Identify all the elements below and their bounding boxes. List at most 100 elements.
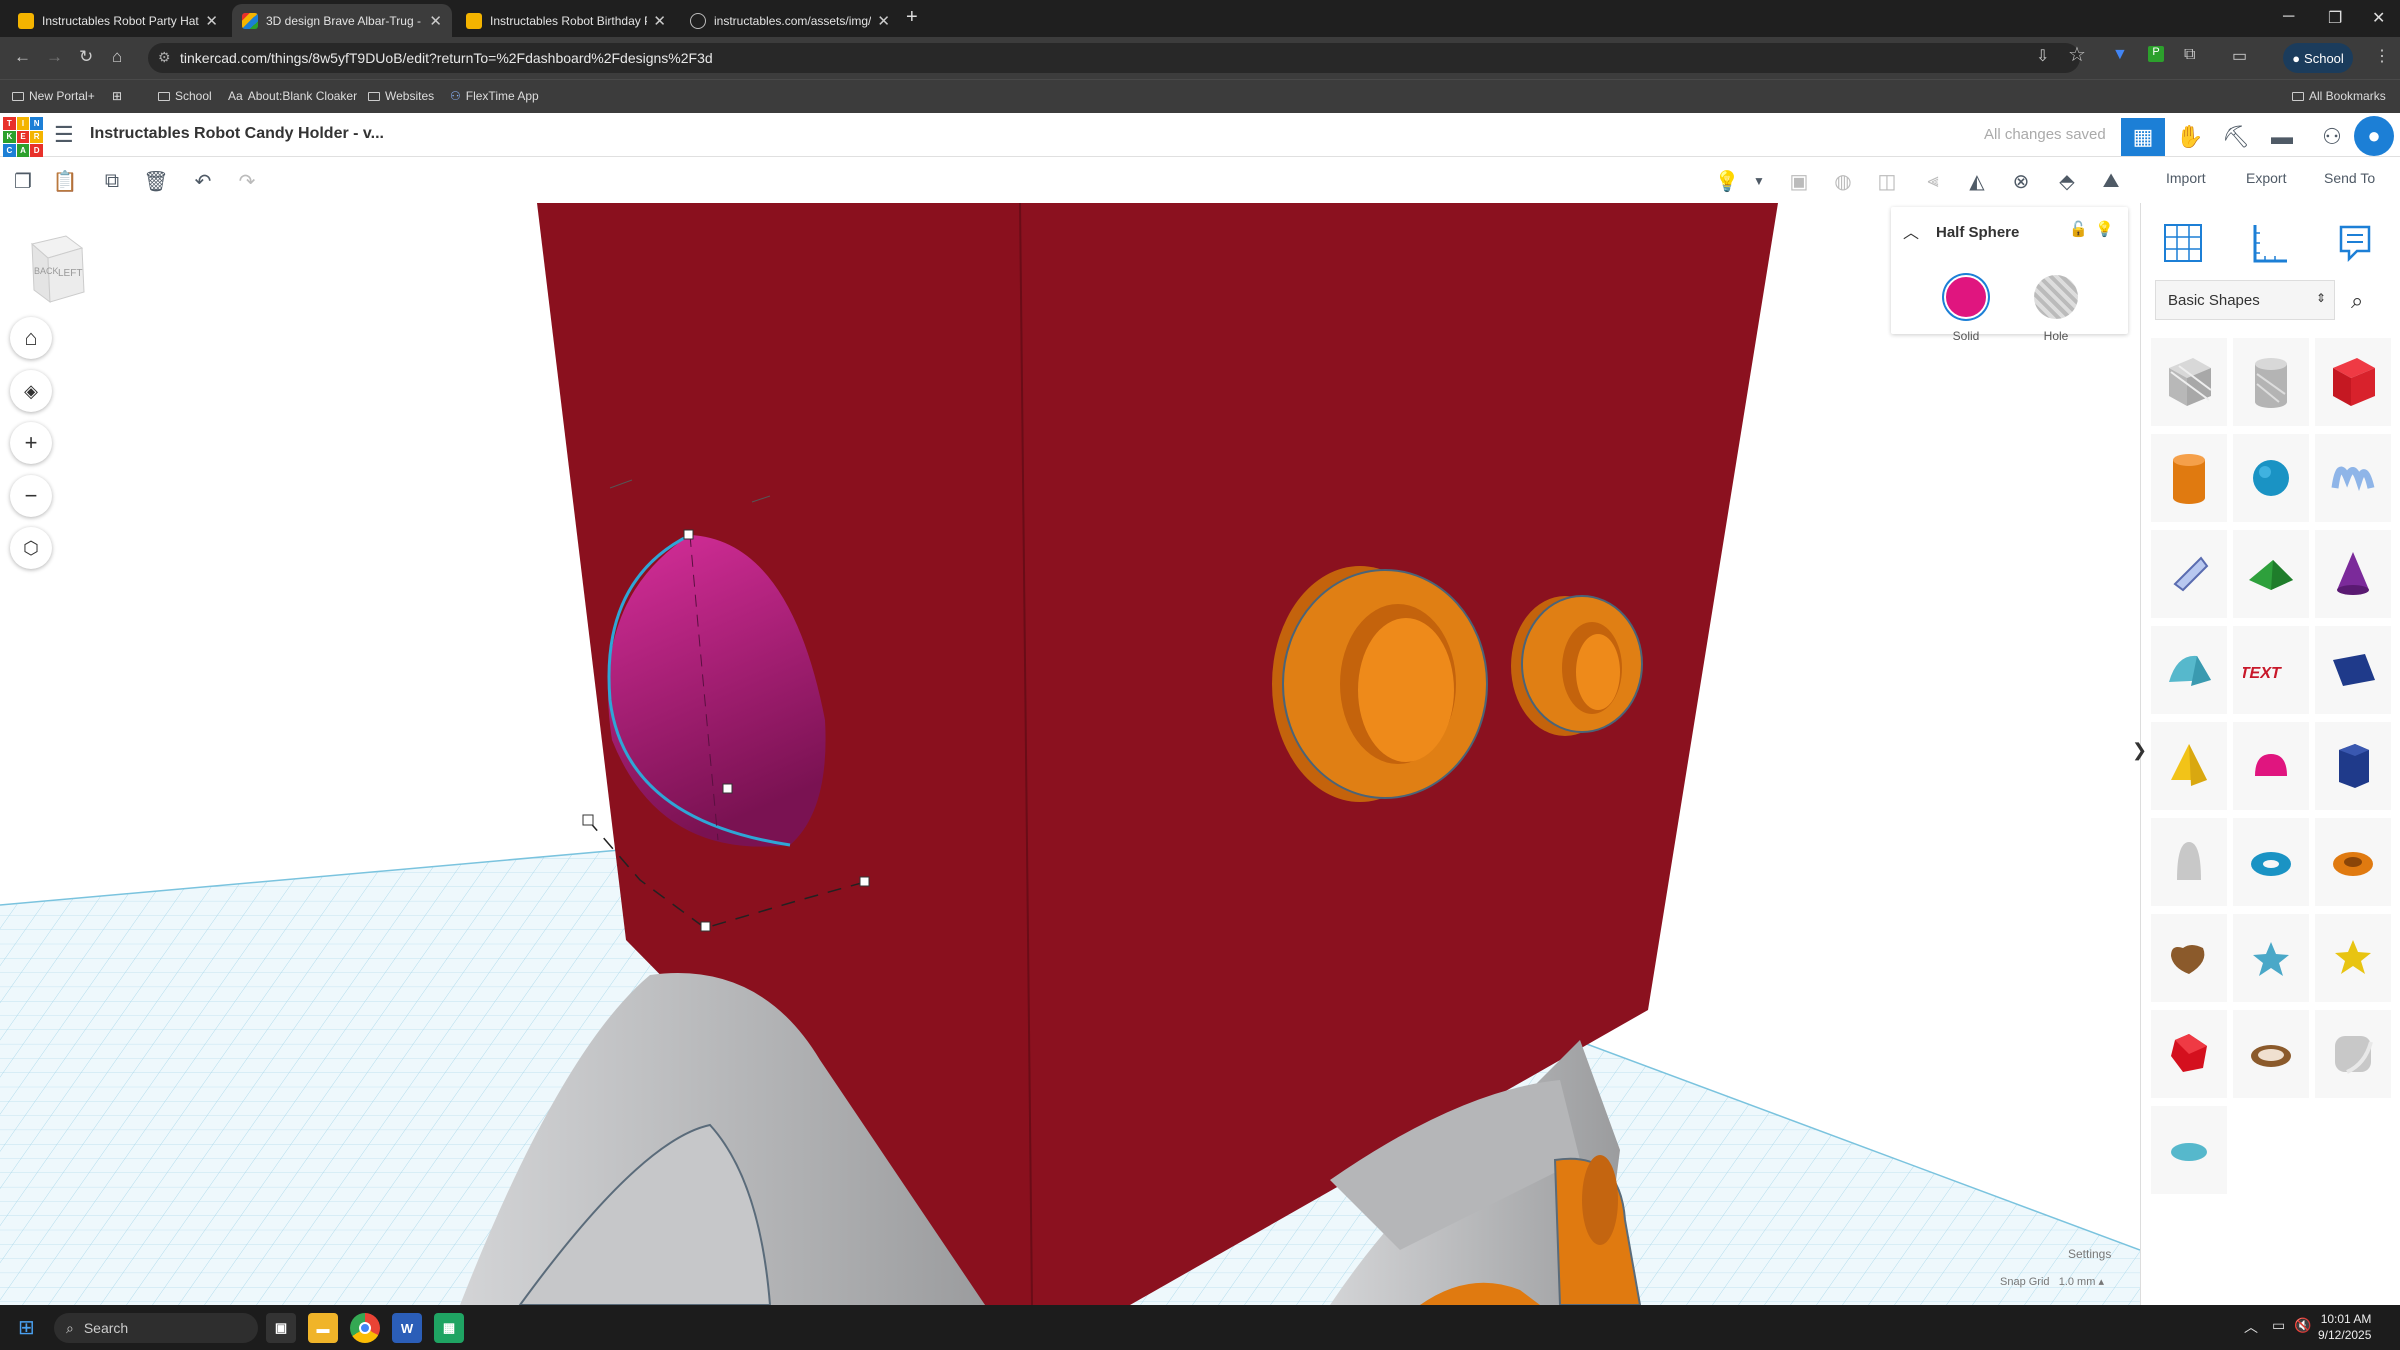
snap-grid-control[interactable]: Snap Grid 1.0 mm ▴ [2000,1275,2104,1288]
search-icon[interactable]: ⌕ [2351,288,2363,314]
browser-tab-active[interactable]: 3D design Brave Albar-Trug - Ti ✕ [232,4,452,37]
zoom-in-icon[interactable]: + [10,422,52,464]
task-view-icon[interactable]: ▣ [266,1313,296,1343]
bookmark-folder[interactable]: Websites [368,89,434,103]
fit-view-icon[interactable]: ◈ [10,370,52,412]
word-icon[interactable]: W [392,1313,422,1343]
shape-box[interactable] [2315,338,2391,426]
blocks-icon[interactable]: ✋ [2168,118,2212,156]
bookmark-star-icon[interactable]: ☆ [2068,42,2086,67]
sheets-icon[interactable]: ▦ [434,1313,464,1343]
network-icon[interactable]: ▭ [2272,1317,2285,1334]
bookmark-item[interactable]: Aa About:Blank Cloaker [228,89,357,103]
site-info-icon[interactable]: ⚙ [158,49,171,66]
panel-collapse-chevron-icon[interactable]: ❯ [2132,740,2147,761]
shape-star-yellow[interactable] [2315,914,2391,1002]
home-icon[interactable]: ⌂ [112,47,122,67]
delete-trash-icon[interactable]: 🗑 [141,166,171,196]
shape-box-hole[interactable] [2151,338,2227,426]
cruise-icon[interactable]: ⊗ [2006,166,2036,196]
browser-tab[interactable]: Instructables Robot Birthday Pa ✕ [456,4,676,37]
lock-icon[interactable]: 🔓 [2069,220,2088,238]
bulb-visibility-icon[interactable]: 💡 [2095,220,2114,238]
close-tab-icon[interactable]: ✕ [429,12,442,30]
apps-grid-icon[interactable]: ⊞ [112,89,122,103]
shape-ring[interactable] [2233,1010,2309,1098]
shape-sphere[interactable] [2233,434,2309,522]
ungroup-icon[interactable]: ◍ [1828,166,1858,196]
ruler-l-icon[interactable] [2239,215,2299,271]
settings-button[interactable]: Settings [2068,1247,2111,1261]
tray-chevron-icon[interactable]: ︿ [2244,1317,2258,1337]
hole-swatch[interactable] [2034,275,2078,319]
close-window-icon[interactable]: ✕ [2372,8,2385,28]
undo-icon[interactable]: ↶ [188,166,218,196]
shape-ellipsoid[interactable] [2151,1106,2227,1194]
minimize-icon[interactable]: ─ [2283,8,2294,26]
close-tab-icon[interactable]: ✕ [205,12,218,30]
shape-pyramid[interactable] [2151,722,2227,810]
extension-icon[interactable]: P [2148,46,2164,62]
close-tab-icon[interactable]: ✕ [877,12,890,30]
back-icon[interactable]: ← [14,47,31,67]
side-panel-icon[interactable]: ▭ [2232,46,2247,66]
all-bookmarks-folder[interactable]: All Bookmarks [2292,89,2386,103]
chevron-down-icon[interactable]: ▼ [1744,166,1774,196]
bookmark-item[interactable]: New Portal+ [12,89,95,103]
file-explorer-icon[interactable]: ▬ [308,1313,338,1343]
collapse-chevron-icon[interactable]: ︿ [1903,219,1919,243]
zoom-out-icon[interactable]: − [10,475,52,517]
maximize-icon[interactable]: ❐ [2328,8,2342,28]
extensions-puzzle-icon[interactable]: ⧉ [2184,46,2195,64]
3d-view-grid-icon[interactable]: ▦ [2121,118,2165,156]
shape-scribble[interactable] [2315,434,2391,522]
profile-button[interactable]: ● School [2283,43,2353,73]
shape-half-sphere[interactable] [2233,722,2309,810]
shape-heart[interactable] [2151,914,2227,1002]
group-icon[interactable]: ▣ [1784,166,1814,196]
send-to-button[interactable]: Send To [2324,170,2375,186]
solid-color-swatch[interactable] [1944,275,1988,319]
browser-tab[interactable]: Instructables Robot Party Hat ✕ [8,4,228,37]
light-bulb-icon[interactable]: 💡 [1712,166,1742,196]
workplane-canvas[interactable] [0,203,2140,1305]
perspective-icon[interactable]: ⬡ [10,527,52,569]
notes-icon[interactable]: ⛰ [2096,166,2126,196]
mirror-icon[interactable]: ◭ [1962,166,1992,196]
shape-polygon[interactable] [2315,722,2391,810]
import-button[interactable]: Import [2166,170,2206,186]
shape-cylinder-hole[interactable] [2233,338,2309,426]
export-button[interactable]: Export [2246,170,2286,186]
add-user-icon[interactable]: ⚇ [2310,118,2354,156]
reload-icon[interactable]: ↻ [79,47,93,67]
bookmark-item[interactable]: ⚇ FlexTime App [450,89,539,103]
forward-icon[interactable]: → [46,47,63,67]
extension-icon[interactable]: ▼ [2112,46,2128,64]
shape-tetrahedron-rounded[interactable] [2315,1010,2391,1098]
taskbar-search[interactable]: ⌕ Search [54,1313,258,1343]
ruler-icon[interactable]: ⬘ [2052,166,2082,196]
address-bar[interactable]: ⚙ tinkercad.com/things/8w5yfT9DUoB/edit?… [148,43,2080,73]
windows-start-icon[interactable]: ⊞ [18,1315,35,1340]
shape-shape-generator[interactable] [2151,530,2227,618]
chrome-icon[interactable] [350,1313,380,1343]
shape-category-select[interactable]: Basic Shapes ⇕ [2155,280,2335,320]
shape-star-blue[interactable] [2233,914,2309,1002]
view-cube[interactable]: BACK LEFT [24,230,100,306]
browser-tab[interactable]: instructables.com/assets/img/ir ✕ [680,4,900,37]
paste-icon[interactable]: 📋 [50,166,80,196]
design-list-icon[interactable]: ☰ [54,122,74,148]
codeblocks-pickaxe-icon[interactable]: ⛏ [2214,118,2258,156]
close-tab-icon[interactable]: ✕ [653,12,666,30]
shape-roof[interactable] [2233,530,2309,618]
workplane-grid-icon[interactable] [2153,215,2213,271]
home-view-icon[interactable]: ⌂ [10,317,52,359]
system-clock[interactable]: 10:01 AM 9/12/2025 [2318,1311,2371,1343]
align-icon[interactable]: ⫷ [1918,166,1948,196]
avatar-icon[interactable]: ● [2354,116,2394,156]
bricks-icon[interactable]: ▬ [2260,118,2304,156]
shape-tube[interactable] [2315,818,2391,906]
bookmark-folder[interactable]: School [158,89,212,103]
shape-paraboloid[interactable] [2151,818,2227,906]
notes-icon[interactable] [2325,215,2385,271]
